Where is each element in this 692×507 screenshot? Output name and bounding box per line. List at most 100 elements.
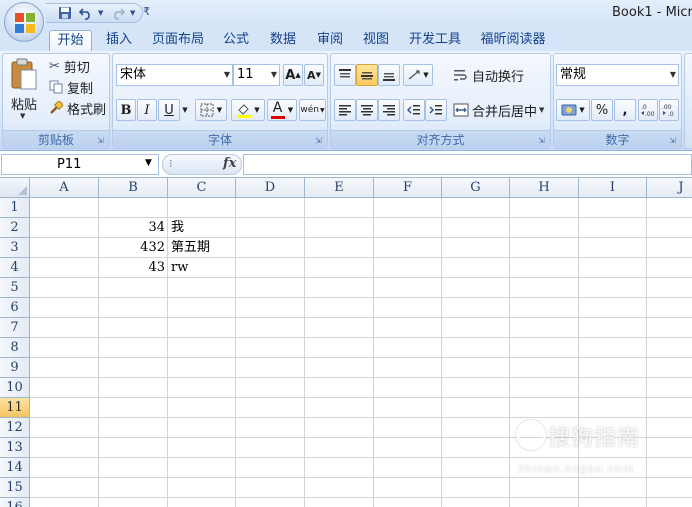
orientation-button[interactable]: ▼: [403, 64, 433, 86]
tab-developer[interactable]: 开发工具: [403, 30, 467, 51]
drag-handle-icon[interactable]: ⁝: [169, 157, 173, 170]
copy-button[interactable]: 复制: [49, 77, 93, 97]
customize-qat-button[interactable]: ₹: [143, 5, 150, 18]
align-middle-button[interactable]: [356, 64, 378, 86]
number-group: 常规 ▼ ▼ % , .0 .00 .00 .0 数字 ⇲: [553, 53, 682, 149]
row-header-13[interactable]: 13: [0, 438, 30, 458]
column-header-j[interactable]: J: [647, 178, 692, 198]
column-header-h[interactable]: H: [510, 178, 579, 198]
row-header-2[interactable]: 2: [0, 218, 30, 238]
decrease-indent-button[interactable]: [403, 99, 425, 121]
align-right-icon: [383, 105, 395, 116]
redo-dropdown[interactable]: ▼: [130, 5, 138, 21]
font-color-button[interactable]: A ▼: [267, 99, 297, 121]
undo-dropdown[interactable]: ▼: [98, 5, 106, 21]
tab-formulas[interactable]: 公式: [217, 30, 255, 51]
tab-data[interactable]: 数据: [264, 30, 302, 51]
cell-b3[interactable]: 432: [99, 238, 168, 258]
align-center-button[interactable]: [356, 99, 378, 121]
column-header-b[interactable]: B: [99, 178, 168, 198]
column-header-d[interactable]: D: [236, 178, 305, 198]
shrink-font-button[interactable]: A ▼: [304, 64, 324, 86]
row-header-9[interactable]: 9: [0, 358, 30, 378]
cell-c4[interactable]: rw: [168, 258, 236, 278]
tab-foxit-reader[interactable]: 福昕阅读器: [475, 30, 551, 51]
column-header-c[interactable]: C: [168, 178, 236, 198]
redo-button[interactable]: [109, 5, 127, 21]
save-button[interactable]: [56, 5, 74, 21]
decrease-decimal-button[interactable]: .00 .0: [659, 99, 679, 121]
row-header-12[interactable]: 12: [0, 418, 30, 438]
worksheet-grid[interactable]: ABCDEFGHIJ 12345678910111213141516 34我43…: [0, 178, 692, 507]
row-header-3[interactable]: 3: [0, 238, 30, 258]
row-header-4[interactable]: 4: [0, 258, 30, 278]
borders-button[interactable]: ▼: [195, 99, 227, 121]
select-all-button[interactable]: [0, 178, 30, 198]
clipboard-dialog-launcher-icon[interactable]: ⇲: [97, 136, 106, 145]
font-name-combo[interactable]: 宋体 ▼: [116, 64, 233, 86]
cell-c3[interactable]: 第五期: [168, 238, 236, 258]
row-header-5[interactable]: 5: [0, 278, 30, 298]
row-header-6[interactable]: 6: [0, 298, 30, 318]
tab-review[interactable]: 审阅: [311, 30, 349, 51]
font-dialog-launcher-icon[interactable]: ⇲: [315, 136, 324, 145]
cut-button[interactable]: ✂ 剪切: [49, 56, 90, 76]
row-header-16[interactable]: 16: [0, 498, 30, 507]
cell-c2[interactable]: 我: [168, 218, 236, 238]
bold-button[interactable]: B: [116, 99, 136, 121]
format-painter-button[interactable]: 格式刷: [49, 98, 106, 118]
decrease-decimal-icon: .00 .0: [662, 104, 674, 117]
percent-style-button[interactable]: %: [591, 99, 613, 121]
formula-input[interactable]: [243, 154, 692, 175]
cell-b2[interactable]: 34: [99, 218, 168, 238]
italic-button[interactable]: I: [137, 99, 157, 121]
column-header-g[interactable]: G: [442, 178, 510, 198]
alignment-dialog-launcher-icon[interactable]: ⇲: [538, 136, 547, 145]
row-gridline: [30, 497, 692, 498]
insert-function-button[interactable]: fx: [223, 156, 236, 171]
office-button[interactable]: [4, 2, 44, 42]
phonetic-guide-button[interactable]: wén ▼: [299, 99, 326, 121]
cell-b4[interactable]: 43: [99, 258, 168, 278]
align-top-button[interactable]: [334, 64, 356, 86]
row-header-10[interactable]: 10: [0, 378, 30, 398]
row-header-7[interactable]: 7: [0, 318, 30, 338]
row-header-1[interactable]: 1: [0, 198, 30, 218]
name-box[interactable]: P11 ▼: [1, 154, 159, 175]
comma-style-button[interactable]: ,: [614, 99, 636, 121]
align-left-button[interactable]: [334, 99, 356, 121]
column-header-e[interactable]: E: [305, 178, 374, 198]
increase-decimal-button[interactable]: .0 .00: [638, 99, 658, 121]
column-header-a[interactable]: A: [30, 178, 99, 198]
column-header-i[interactable]: I: [579, 178, 647, 198]
increase-indent-button[interactable]: [425, 99, 447, 121]
align-bottom-button[interactable]: [378, 64, 400, 86]
accounting-format-button[interactable]: ▼: [556, 99, 590, 121]
undo-button[interactable]: [77, 5, 95, 21]
wrap-text-button[interactable]: 自动换行: [453, 64, 524, 86]
row-header-11[interactable]: 11: [0, 398, 30, 418]
number-dialog-launcher-icon[interactable]: ⇲: [669, 136, 678, 145]
alignment-group: ▼ 自动换行 合并后居中 ▼ 对齐方式 ⇲: [330, 53, 551, 149]
number-format-combo[interactable]: 常规 ▼: [556, 64, 679, 86]
column-header-f[interactable]: F: [374, 178, 442, 198]
row-header-14[interactable]: 14: [0, 458, 30, 478]
fill-color-button[interactable]: ▼: [231, 99, 265, 121]
tab-insert[interactable]: 插入: [100, 30, 138, 51]
font-size-combo[interactable]: 11 ▼: [233, 64, 280, 86]
row-header-15[interactable]: 15: [0, 478, 30, 498]
row-header-8[interactable]: 8: [0, 338, 30, 358]
tab-view[interactable]: 视图: [357, 30, 395, 51]
tab-home[interactable]: 开始: [49, 30, 92, 51]
tab-page-layout[interactable]: 页面布局: [147, 30, 209, 51]
merge-center-button[interactable]: 合并后居中 ▼: [453, 99, 544, 121]
undo-icon: [79, 8, 90, 20]
align-right-button[interactable]: [378, 99, 400, 121]
chevron-down-icon: ▼: [319, 106, 325, 114]
chevron-down-icon[interactable]: ▼: [145, 158, 152, 168]
grow-font-button[interactable]: A ▲: [283, 64, 303, 86]
paste-button[interactable]: 粘贴 ▼: [7, 56, 41, 126]
column-gridline: [578, 198, 579, 507]
underline-dropdown[interactable]: ▼: [180, 99, 190, 121]
underline-button[interactable]: U: [158, 99, 180, 121]
